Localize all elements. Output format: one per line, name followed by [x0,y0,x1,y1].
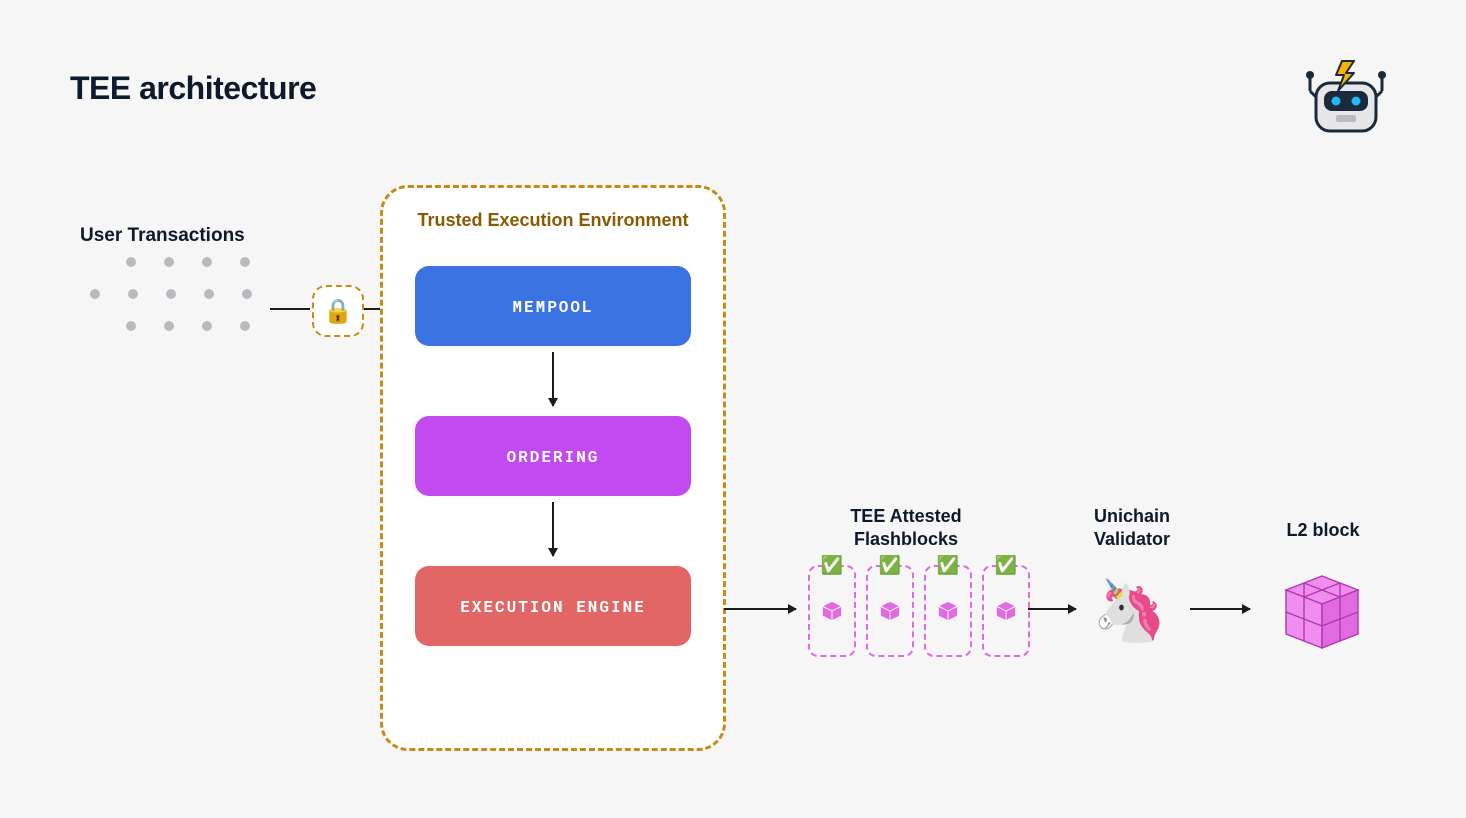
flashblocks-label: TEE Attested Flashblocks [806,505,1006,550]
unichain-validator-label: Unichain Validator [1072,505,1192,550]
cube-icon [937,600,959,622]
unicorn-icon: 🦄 [1092,575,1167,646]
arrow-exec-to-flashblocks [724,608,796,610]
checkmark-icon: ✅ [821,555,843,576]
arrow-validator-to-l2 [1190,608,1250,610]
mempool-stage: MEMPOOL [415,266,691,346]
cube-icon [821,600,843,622]
arrow-ordering-to-exec [552,502,554,556]
flashblock-item: ✅ [924,565,972,657]
checkmark-icon: ✅ [879,555,901,576]
arrow-flashblocks-to-validator [1028,608,1076,610]
l2-block-cube-icon [1274,570,1370,658]
tee-label: Trusted Execution Environment [383,210,723,231]
execution-engine-stage: EXECUTION ENGINE [415,566,691,646]
flashblock-item: ✅ [982,565,1030,657]
flashblock-item: ✅ [866,565,914,657]
tee-container: Trusted Execution Environment MEMPOOL OR… [380,185,726,751]
user-transactions-label: User Transactions [80,225,245,247]
arrow-mempool-to-ordering [552,352,554,406]
l2-block-label: L2 block [1263,520,1383,541]
user-transactions-dots [90,257,252,353]
cube-icon [879,600,901,622]
connector-line: .arrow-h[data-name="connector-line"]::af… [270,308,310,310]
ordering-stage: ORDERING [415,416,691,496]
diagram-canvas: TEE architecture User Transactions .arro… [0,0,1466,818]
robot-mascot-icon [1296,55,1396,155]
flashblocks-group: ✅ ✅ ✅ ✅ [808,565,1030,657]
cube-icon [995,600,1017,622]
diagram-title: TEE architecture [70,70,316,107]
checkmark-icon: ✅ [995,555,1017,576]
flashblock-item: ✅ [808,565,856,657]
lock-icon: 🔒 [312,285,364,337]
checkmark-icon: ✅ [937,555,959,576]
